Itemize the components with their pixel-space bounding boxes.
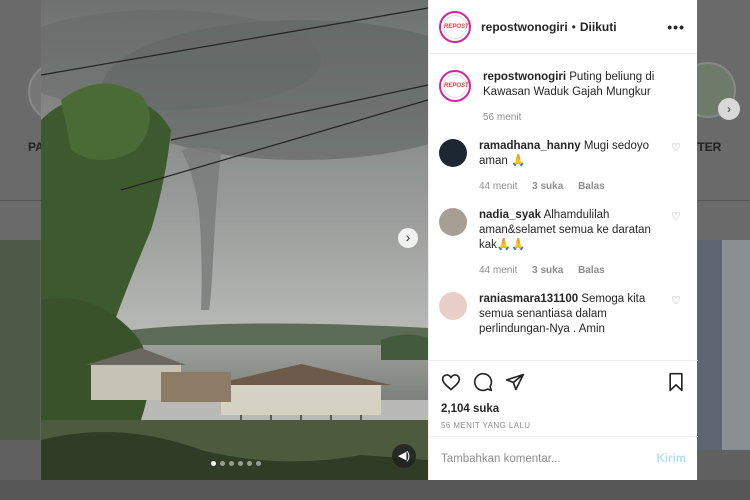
comment-body: nadia_syak Alhamdulilah aman&selamet sem… bbox=[479, 208, 665, 278]
carousel-dot bbox=[229, 461, 234, 466]
reply-button[interactable]: Balas bbox=[578, 181, 605, 192]
share-icon[interactable] bbox=[505, 372, 525, 392]
avatar[interactable] bbox=[439, 208, 467, 236]
caption-username[interactable]: repostwonogiri bbox=[483, 71, 566, 83]
comments-list: REPOST repostwonogiri Puting beliung di … bbox=[429, 54, 697, 362]
carousel-dot bbox=[256, 461, 261, 466]
list-item: nadia_syak Alhamdulilah aman&selamet sem… bbox=[439, 208, 685, 278]
caption-body: repostwonogiri Puting beliung di Kawasan… bbox=[483, 70, 685, 125]
comment-body: ramadhana_hanny Mugi sedoyo aman 🙏 44 me… bbox=[479, 139, 665, 194]
comment-icon[interactable] bbox=[473, 372, 493, 392]
post-timestamp: 56 MENIT YANG LALU bbox=[441, 421, 531, 430]
comment-time: 44 menit bbox=[479, 265, 518, 276]
likes-count[interactable]: 2,104 suka bbox=[441, 403, 686, 415]
carousel-dot bbox=[247, 461, 252, 466]
chevron-right-icon: › bbox=[718, 98, 740, 120]
avatar[interactable]: REPOST bbox=[439, 10, 471, 43]
separator-dot: • bbox=[571, 19, 576, 34]
comment-likes[interactable]: 3 suka bbox=[532, 265, 563, 276]
comment-meta: 44 menit 3 suka Balas bbox=[479, 179, 665, 194]
comment-username[interactable]: ramadhana_hanny bbox=[479, 140, 581, 152]
comment-time: 44 menit bbox=[479, 181, 518, 192]
avatar[interactable] bbox=[439, 139, 467, 167]
list-item: raniasmara131100 Semoga kita semua senan… bbox=[439, 292, 685, 337]
header-username[interactable]: repostwonogiri bbox=[481, 20, 568, 34]
background-post-tile-right-2 bbox=[722, 240, 750, 450]
heart-icon[interactable]: ♡ bbox=[671, 208, 685, 278]
post-modal: › ◀) REPOST repostwonogiri • Diikuti •••… bbox=[41, 0, 698, 480]
carousel-dot bbox=[220, 461, 225, 466]
heart-icon[interactable] bbox=[441, 372, 461, 392]
speaker-icon[interactable]: ◀) bbox=[392, 444, 416, 468]
avatar[interactable] bbox=[439, 292, 467, 320]
heart-icon[interactable]: ♡ bbox=[671, 139, 685, 194]
comment-username[interactable]: nadia_syak bbox=[479, 209, 541, 221]
post-photo[interactable]: › ◀) bbox=[41, 0, 428, 480]
add-comment-bar: Kirim bbox=[429, 436, 698, 480]
post-header: REPOST repostwonogiri • Diikuti ••• bbox=[429, 0, 697, 54]
comment-meta: 44 menit 3 suka Balas bbox=[479, 263, 665, 278]
avatar-logo: REPOST bbox=[443, 74, 469, 98]
comment-likes[interactable]: 3 suka bbox=[532, 181, 563, 192]
carousel-dot bbox=[238, 461, 243, 466]
carousel-dots bbox=[211, 461, 261, 466]
carousel-next-button[interactable]: › bbox=[398, 228, 418, 248]
follow-status-button[interactable]: Diikuti bbox=[580, 20, 617, 34]
caption: REPOST repostwonogiri Puting beliung di … bbox=[439, 70, 685, 125]
tornado-landscape-image bbox=[41, 0, 428, 480]
caption-time: 56 menit bbox=[483, 112, 522, 123]
post-sidebar: REPOST repostwonogiri • Diikuti ••• REPO… bbox=[428, 0, 698, 480]
post-actions: 2,104 suka 56 MENIT YANG LALU bbox=[429, 360, 698, 436]
comment-input[interactable] bbox=[441, 452, 657, 465]
background-post-tile-right bbox=[697, 240, 722, 450]
reply-button[interactable]: Balas bbox=[578, 265, 605, 276]
background-post-tile-left bbox=[0, 240, 40, 440]
background-bottom-strip bbox=[0, 480, 750, 500]
caption-avatar[interactable]: REPOST bbox=[439, 70, 471, 102]
comment-username[interactable]: raniasmara131100 bbox=[479, 293, 578, 305]
avatar-logo: REPOST bbox=[443, 14, 469, 39]
send-button[interactable]: Kirim bbox=[657, 453, 686, 465]
carousel-dot bbox=[211, 461, 216, 466]
heart-icon[interactable]: ♡ bbox=[671, 292, 685, 337]
list-item: ramadhana_hanny Mugi sedoyo aman 🙏 44 me… bbox=[439, 139, 685, 194]
action-icons bbox=[441, 369, 686, 395]
caption-meta: 56 menit bbox=[483, 110, 685, 125]
more-options-icon[interactable]: ••• bbox=[667, 19, 685, 35]
comment-body: raniasmara131100 Semoga kita semua senan… bbox=[479, 292, 665, 337]
bookmark-icon[interactable] bbox=[666, 372, 686, 392]
